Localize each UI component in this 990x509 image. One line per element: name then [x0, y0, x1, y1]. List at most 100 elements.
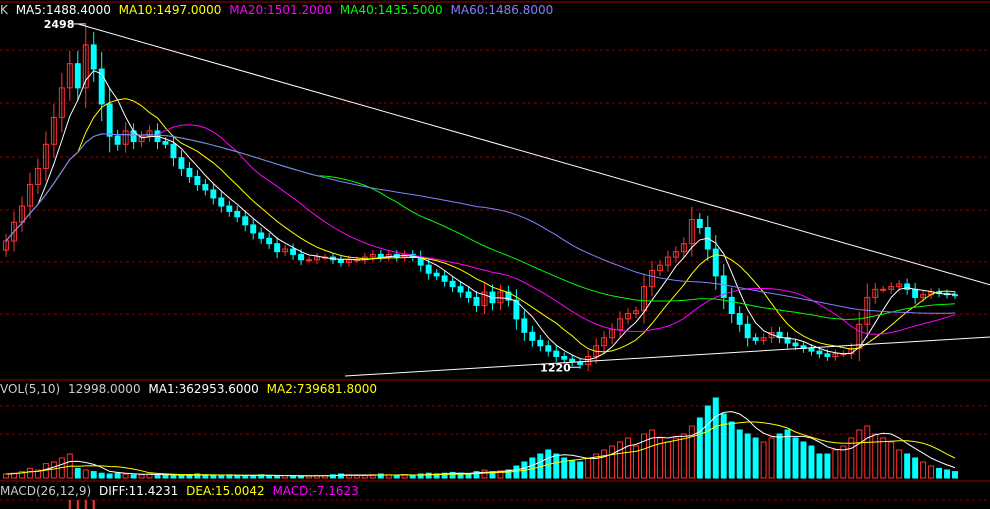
- chart-canvas[interactable]: 2498 1220: [0, 0, 990, 509]
- volume-bar: [800, 441, 807, 479]
- candle-body: [736, 313, 743, 325]
- macd-bar: [68, 500, 71, 509]
- volume-legend: VOL(5,10) 12998.0000 MA1:362953.6000 MA2…: [0, 382, 381, 396]
- candle-body: [242, 216, 249, 226]
- volume-bar: [50, 461, 57, 479]
- volume-bar: [210, 475, 217, 479]
- volume-bar: [704, 405, 711, 479]
- volume-bar: [736, 429, 743, 479]
- volume-bar: [577, 461, 584, 479]
- volume-bar: [393, 475, 400, 479]
- volume-bar: [808, 445, 815, 479]
- volume-bar: [952, 471, 958, 479]
- macd-value: MACD:-7.1623: [272, 484, 359, 498]
- candle-body: [337, 259, 344, 263]
- volume-bar: [601, 449, 608, 479]
- candle-body: [824, 353, 831, 358]
- candle-body: [545, 345, 552, 352]
- candle-body: [202, 184, 209, 191]
- volume-bar: [744, 433, 751, 479]
- candle-body: [306, 259, 313, 262]
- resistance-trendline: [77, 23, 990, 286]
- volume-bar: [114, 472, 121, 479]
- candle-body: [465, 291, 472, 298]
- candle-body: [425, 264, 432, 274]
- volume-bar: [696, 417, 703, 479]
- ma20-line: [5, 124, 956, 335]
- volume-bar: [274, 475, 281, 479]
- volume-bar: [425, 472, 432, 479]
- candle-body: [433, 272, 440, 277]
- macd-title: MACD(26,12,9): [0, 484, 92, 498]
- volume-bar: [880, 437, 887, 479]
- volume-bar: [928, 465, 935, 479]
- volume-bar: [585, 457, 592, 479]
- macd-diff: DIFF:11.4231: [98, 484, 179, 498]
- volume-bar: [162, 474, 169, 479]
- volume-bar: [680, 433, 687, 479]
- vol-ma2: MA2:739681.8000: [266, 382, 378, 396]
- price-legend: K MA5:1488.4000 MA10:1497.0000 MA20:1501…: [0, 3, 557, 17]
- volume-bar: [569, 459, 576, 479]
- volume-bar: [178, 475, 185, 479]
- macd-dea: DEA:15.0042: [186, 484, 265, 498]
- volume-bar: [776, 433, 783, 479]
- vol-ma1: MA1:362953.6000: [148, 382, 259, 396]
- candle-body: [377, 253, 384, 258]
- volume-bar: [298, 475, 305, 479]
- high-label: 2498: [44, 18, 75, 31]
- volume-bar: [672, 437, 679, 479]
- volume-bar: [625, 437, 632, 479]
- macd-bar: [84, 500, 87, 509]
- candle-body: [473, 296, 480, 306]
- volume-bar: [824, 453, 831, 479]
- candle-body: [114, 135, 121, 145]
- candle-body: [880, 288, 887, 291]
- volume-bar: [648, 429, 655, 479]
- candle-body: [561, 356, 568, 360]
- volume-bar: [920, 461, 927, 479]
- candle-body: [210, 189, 217, 199]
- volume-bar: [98, 472, 105, 479]
- macd-legend: MACD(26,12,9) DIFF:11.4231 DEA:15.0042 M…: [0, 484, 363, 498]
- low-label: 1220: [540, 361, 571, 374]
- candle-body: [952, 294, 958, 297]
- candle-body: [178, 157, 185, 169]
- volume-bar: [513, 465, 520, 479]
- candle-body: [290, 248, 297, 255]
- volume-bar: [936, 467, 943, 479]
- volume-bar: [752, 437, 759, 479]
- support-trendline: [344, 336, 990, 377]
- volume-bar: [3, 473, 9, 479]
- volume-bar: [712, 397, 719, 479]
- candle-body: [218, 197, 225, 207]
- legend-ma10: MA10:1497.0000: [118, 3, 222, 17]
- volume-bar: [904, 453, 911, 479]
- ma40-line: [5, 133, 956, 320]
- volume-bar: [234, 475, 241, 479]
- vol-title: VOL(5,10): [0, 382, 61, 396]
- volume-bar: [944, 469, 950, 479]
- volume-bar: [912, 457, 919, 479]
- volume-bar: [409, 475, 416, 479]
- candle-body: [90, 44, 97, 70]
- volume-bar: [617, 441, 624, 479]
- volume-bar: [728, 421, 735, 479]
- volume-bar: [242, 475, 249, 479]
- candle-body: [912, 288, 919, 298]
- volume-bar: [840, 445, 847, 479]
- vol-value: 12998.0000: [68, 382, 141, 396]
- volume-bar: [784, 429, 791, 479]
- volume-bar: [888, 441, 895, 479]
- volume-bar: [872, 433, 879, 479]
- volume-bar: [26, 467, 33, 479]
- candle-body: [816, 350, 823, 355]
- volume-bar: [816, 453, 823, 479]
- volume-bar: [353, 475, 360, 479]
- macd-bar: [76, 500, 79, 509]
- candle-body: [712, 248, 719, 277]
- candle-body: [537, 339, 544, 347]
- ma60-line: [5, 133, 956, 314]
- candle-body: [274, 243, 281, 253]
- candle-body: [258, 232, 265, 239]
